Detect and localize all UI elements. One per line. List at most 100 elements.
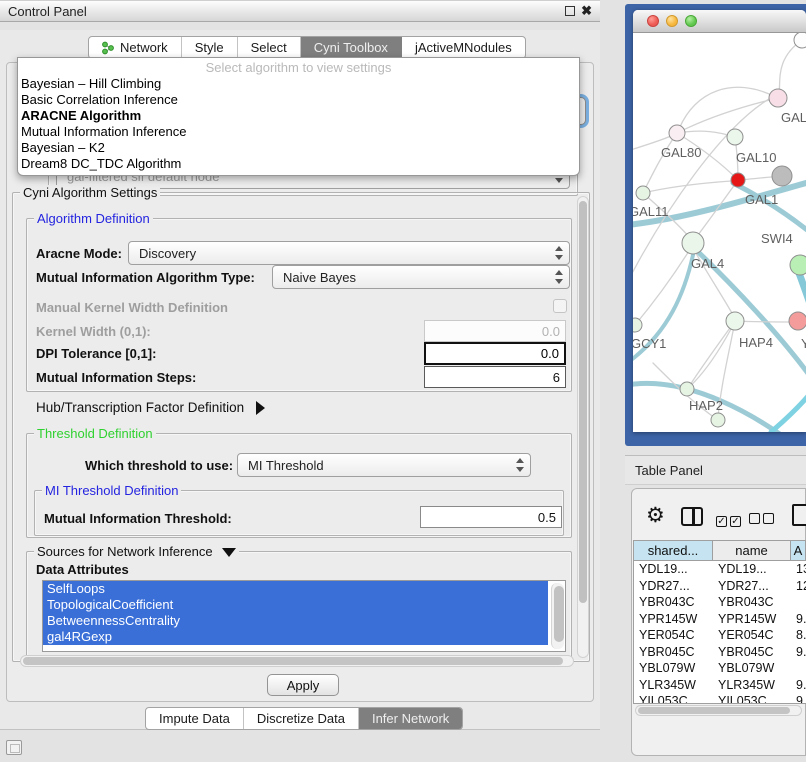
network-node[interactable] bbox=[794, 33, 806, 48]
algorithm-option[interactable]: Bayesian – Hill Climbing bbox=[18, 76, 579, 92]
network-node-gal10[interactable] bbox=[727, 129, 743, 145]
table-row[interactable]: YDL19...YDL19...13 bbox=[634, 561, 806, 578]
tab-label: jActiveMNodules bbox=[415, 40, 512, 55]
tab-infer-network[interactable]: Infer Network bbox=[359, 708, 462, 729]
zoom-window-icon[interactable] bbox=[685, 15, 697, 27]
tab-cyni-toolbox[interactable]: Cyni Toolbox bbox=[301, 37, 402, 58]
manual-kernel-label: Manual Kernel Width Definition bbox=[36, 300, 228, 315]
table-cell: YBR043C bbox=[634, 594, 713, 611]
table-row[interactable]: YBR043CYBR043C bbox=[634, 594, 806, 611]
network-edge[interactable] bbox=[645, 133, 677, 189]
network-node-swi4[interactable] bbox=[790, 255, 806, 275]
tab-style[interactable]: Style bbox=[182, 37, 238, 58]
column-header-shared-[interactable]: shared... bbox=[634, 541, 713, 560]
table-row[interactable]: YER054CYER054C8. bbox=[634, 627, 806, 644]
document-icon[interactable] bbox=[792, 504, 806, 526]
algorithm-option[interactable]: Mutual Information Inference bbox=[18, 124, 579, 140]
network-icon bbox=[102, 41, 115, 55]
algorithm-option[interactable]: Bayesian – K2 bbox=[18, 140, 579, 156]
network-canvas[interactable]: GALGAL80GAL10GAL1GAL11GAL4SWI4GCY1HAP4YH… bbox=[633, 33, 806, 432]
select-all-columns-icon[interactable]: ✓✓ bbox=[716, 511, 744, 529]
hub-tf-label: Hub/Transcription Factor Definition bbox=[36, 400, 244, 415]
algorithm-option[interactable]: Basic Correlation Inference bbox=[18, 92, 579, 108]
network-edge[interactable] bbox=[635, 251, 689, 325]
table-cell: YBL079W bbox=[634, 660, 713, 677]
columns-icon[interactable] bbox=[681, 507, 703, 526]
node-label: SWI4 bbox=[761, 231, 793, 246]
tab-label: Network bbox=[120, 40, 168, 55]
network-edge[interactable] bbox=[679, 87, 778, 129]
attribute-item[interactable]: TopologicalCoefficient bbox=[43, 597, 548, 613]
table-row[interactable]: YPR145WYPR145W9. bbox=[634, 611, 806, 628]
node-label: GCY1 bbox=[633, 336, 666, 351]
gear-icon[interactable]: ⚙ bbox=[646, 506, 665, 526]
mi-steps-field[interactable] bbox=[424, 366, 566, 388]
minimize-window-icon[interactable] bbox=[666, 15, 678, 27]
table-cell: YDR27... bbox=[634, 578, 713, 595]
column-header-a[interactable]: A bbox=[791, 541, 806, 560]
column-header-name[interactable]: name bbox=[713, 541, 791, 560]
apply-button[interactable]: Apply bbox=[267, 674, 339, 696]
table-row[interactable]: YBL079WYBL079W bbox=[634, 660, 806, 677]
network-node-hap2[interactable] bbox=[680, 382, 694, 396]
manual-kernel-checkbox[interactable] bbox=[553, 299, 567, 313]
settings-hscrollbar[interactable] bbox=[20, 655, 574, 667]
kernel-width-field[interactable] bbox=[424, 320, 566, 342]
network-edge[interactable] bbox=[643, 181, 731, 193]
tab-impute-data[interactable]: Impute Data bbox=[146, 708, 244, 729]
table-row[interactable]: YLR345WYLR345W9. bbox=[634, 677, 806, 694]
network-node-gal[interactable] bbox=[769, 89, 787, 107]
table-row[interactable]: YDR27...YDR27...12 bbox=[634, 578, 806, 595]
hub-tf-section[interactable]: Hub/Transcription Factor Definition bbox=[36, 400, 265, 415]
network-edge[interactable] bbox=[771, 385, 806, 432]
table-cell: YIL053C bbox=[634, 693, 713, 704]
collapsed-arrow-icon[interactable] bbox=[256, 401, 265, 415]
table-cell: YPR145W bbox=[634, 611, 713, 628]
threshold-title: Threshold Definition bbox=[34, 426, 156, 441]
network-node-hap4[interactable] bbox=[726, 312, 744, 330]
settings-scrollbar[interactable] bbox=[577, 196, 589, 658]
sources-section[interactable]: Sources for Network Inference bbox=[34, 544, 239, 559]
float-panel-icon[interactable] bbox=[565, 6, 575, 16]
docked-panel-icon[interactable] bbox=[6, 740, 22, 755]
attribute-item[interactable]: SelfLoops bbox=[43, 581, 548, 597]
network-node-gal11[interactable] bbox=[636, 186, 650, 200]
network-node-gcy1[interactable] bbox=[633, 318, 642, 332]
tab-network[interactable]: Network bbox=[89, 37, 182, 58]
tab-label: Infer Network bbox=[372, 711, 449, 726]
algorithm-option[interactable]: ARACNE Algorithm bbox=[18, 108, 579, 124]
tab-select[interactable]: Select bbox=[238, 37, 301, 58]
mi-type-combo[interactable]: Naive Bayes bbox=[272, 265, 570, 289]
network-edge[interactable] bbox=[779, 40, 802, 93]
table-row[interactable]: YBR045CYBR045C9. bbox=[634, 644, 806, 661]
node-table: shared...nameA YDL19...YDL19...13YDR27..… bbox=[633, 540, 806, 704]
network-node[interactable] bbox=[772, 166, 792, 186]
attributes-scrollbar[interactable] bbox=[551, 583, 564, 649]
dpi-tolerance-field[interactable] bbox=[424, 342, 566, 365]
bottom-tabs: Impute DataDiscretize Data Infer Network bbox=[145, 707, 463, 730]
expanded-arrow-icon[interactable] bbox=[222, 548, 236, 557]
table-cell: YER054C bbox=[634, 627, 713, 644]
which-threshold-combo[interactable]: MI Threshold bbox=[237, 453, 531, 477]
tab-discretize-data[interactable]: Discretize Data bbox=[244, 708, 359, 729]
table-hscrollbar[interactable] bbox=[635, 705, 802, 716]
mi-threshold-field[interactable] bbox=[420, 506, 562, 528]
close-panel-icon[interactable]: ✖ bbox=[581, 6, 592, 16]
table-cell: 13 bbox=[791, 561, 806, 578]
tab-jactivemnodules[interactable]: jActiveMNodules bbox=[402, 37, 525, 58]
cyni-settings-title: Cyni Algorithm Settings bbox=[20, 185, 160, 200]
algorithm-option[interactable]: Dream8 DC_TDC Algorithm bbox=[18, 156, 579, 172]
network-node-gal80[interactable] bbox=[669, 125, 685, 141]
aracne-mode-combo[interactable]: Discovery bbox=[128, 241, 570, 265]
attribute-item[interactable]: BetweennessCentrality bbox=[43, 613, 548, 629]
network-node-gal1[interactable] bbox=[731, 173, 745, 187]
attribute-item[interactable]: gal4RGexp bbox=[43, 629, 548, 645]
table-row[interactable]: YIL053CYIL053C9 bbox=[634, 693, 806, 704]
deselect-all-columns-icon[interactable] bbox=[749, 511, 777, 529]
network-node-gal4[interactable] bbox=[682, 232, 704, 254]
close-window-icon[interactable] bbox=[647, 15, 659, 27]
table-cell: YLR345W bbox=[713, 677, 791, 694]
network-node[interactable] bbox=[711, 413, 725, 427]
network-node-y[interactable] bbox=[789, 312, 806, 330]
mi-type-value: Naive Bayes bbox=[283, 270, 356, 285]
